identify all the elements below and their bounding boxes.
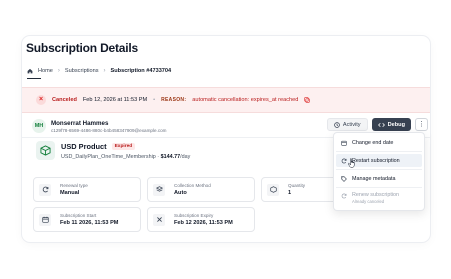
breadcrumb-current: Subscription #4733704 [110, 68, 172, 74]
hand-cursor-icon [348, 158, 355, 168]
menu-divider [336, 187, 422, 188]
activity-label: Activity [342, 121, 361, 128]
renew-text: Renew subscription Already canceled [352, 192, 399, 204]
product-name-line: USD Product Expired [61, 142, 190, 151]
renewal-type-value: Manual [60, 190, 80, 196]
menu-label-renew: Renew subscription [352, 192, 400, 198]
x-icon [153, 213, 165, 226]
reason-text: automatic cancellation: expires_at reach… [192, 97, 299, 103]
collection-method-value: Auto [174, 190, 187, 196]
cancellation-banner: × Canceled Feb 12, 2026 at 11:53 PM • RE… [22, 87, 430, 113]
menu-divider [336, 151, 422, 152]
reason-label: REASON: [161, 97, 187, 103]
x-circle-icon: × [36, 95, 46, 105]
plan-price: $144.77 [160, 153, 181, 160]
menu-label-change-end: Change end date [352, 139, 394, 146]
plan-period: /day [180, 153, 191, 160]
package-icon [36, 141, 55, 160]
collection-method-text: Collection Method Auto [174, 183, 211, 196]
renewal-type-card: Renewal type Manual [33, 177, 141, 202]
quantity-label: Quantity [288, 183, 306, 188]
layers-icon [153, 183, 165, 196]
page-title: Subscription Details [26, 41, 139, 55]
menu-item-manage-metadata[interactable]: Manage metadata [336, 172, 422, 185]
clock-icon [334, 121, 340, 128]
breadcrumb-underline [27, 78, 41, 79]
breadcrumb-home[interactable]: Home [38, 68, 53, 74]
plan-separator: · [157, 153, 160, 160]
renewal-type-label: Renewal type [60, 183, 88, 188]
code-icon [377, 122, 385, 127]
subscription-start-label: Subscription Start [60, 213, 97, 218]
box-icon [267, 183, 279, 196]
more-options-button[interactable]: ⋮ [415, 118, 428, 131]
chevron-right-icon: › [57, 68, 60, 74]
product-info: USD Product Expired USD_DailyPlan_OneTim… [61, 142, 190, 160]
bullet-separator: • [153, 97, 156, 103]
menu-item-renew-subscription: Renew subscription Already canceled [336, 190, 422, 205]
chevron-right-icon: › [103, 68, 106, 74]
plan-name: USD_DailyPlan_OneTime_Membership [61, 153, 156, 160]
debug-button[interactable]: Debug [371, 118, 411, 131]
avatar: MH [32, 119, 46, 133]
copy-icon[interactable] [304, 97, 311, 103]
calendar-icon [39, 213, 51, 226]
subscription-expiry-label: Subscription Expiry [174, 213, 214, 218]
breadcrumb-subscriptions[interactable]: Subscriptions [65, 68, 99, 74]
customer-info: Monserrat Hammes c129f78-6569-4486-880c-… [51, 120, 167, 133]
product-plan-line: USD_DailyPlan_OneTime_Membership · $144.… [61, 154, 190, 160]
cancel-date: Feb 12, 2026 at 11:53 PM [82, 97, 148, 103]
menu-divider [336, 169, 422, 170]
quantity-text: Quantity 1 [288, 183, 305, 196]
activity-button[interactable]: Activity [326, 118, 368, 131]
menu-sublabel-renew: Already canceled [352, 199, 385, 204]
subscription-expiry-value: Feb 12 2026, 11:53 PM [174, 220, 233, 226]
customer-name[interactable]: Monserrat Hammes [51, 120, 167, 127]
subscription-start-text: Subscription Start Feb 11 2026, 11:53 PM [60, 213, 118, 226]
subscription-expiry-card: Subscription Expiry Feb 12 2026, 11:53 P… [147, 207, 255, 232]
subscription-start-value: Feb 11 2026, 11:53 PM [60, 220, 119, 226]
restart-icon [341, 158, 347, 163]
cancel-status: Canceled [52, 97, 77, 103]
status-badge: Expired [111, 142, 136, 150]
product-row: USD Product Expired USD_DailyPlan_OneTim… [36, 141, 190, 160]
customer-email: c129f78-6569-4486-880c-b4b458347909@exam… [51, 127, 167, 133]
subscription-expiry-text: Subscription Expiry Feb 12 2026, 11:53 P… [174, 213, 233, 226]
collection-method-card: Collection Method Auto [147, 177, 255, 202]
calendar-icon [341, 140, 347, 146]
menu-item-change-end-date[interactable]: Change end date [336, 136, 422, 149]
refresh-icon [39, 183, 51, 196]
home-icon [27, 68, 33, 74]
subscription-start-card: Subscription Start Feb 11 2026, 11:53 PM [33, 207, 141, 232]
action-buttons: Activity Debug ⋮ [326, 118, 428, 131]
tag-icon [341, 175, 347, 182]
menu-label-restart: Restart subscription [352, 157, 400, 164]
product-name: USD Product [61, 141, 107, 151]
quantity-value: 1 [288, 190, 292, 196]
collection-method-label: Collection Method [174, 183, 211, 188]
breadcrumb: Home › Subscriptions › Subscription #473… [27, 68, 171, 74]
menu-label-metadata: Manage metadata [352, 175, 396, 182]
renewal-type-text: Renewal type Manual [60, 183, 88, 196]
renew-icon [341, 193, 347, 199]
debug-label: Debug [387, 121, 405, 128]
more-options-menu: Change end date Restart subscription Man… [333, 132, 425, 211]
